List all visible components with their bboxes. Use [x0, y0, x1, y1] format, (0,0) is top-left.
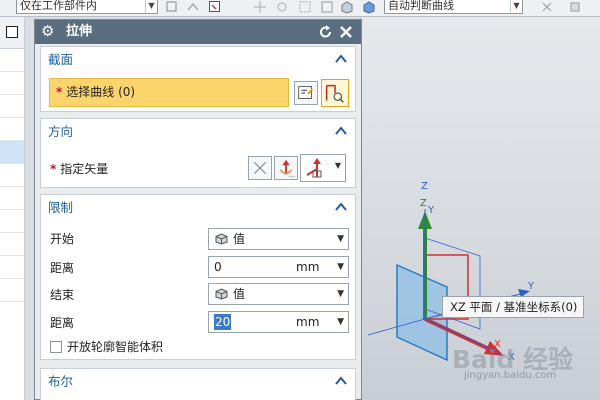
chevron-down-icon: ▼	[510, 0, 522, 13]
chevron-down-icon[interactable]: ▼	[337, 312, 344, 332]
end-type-select[interactable]: 值 ▼	[208, 283, 349, 305]
boolean-group-title: 布尔	[48, 374, 74, 389]
end-distance-value: 20	[214, 314, 232, 330]
end-distance-input[interactable]: 20 mm ▼	[208, 311, 349, 333]
filter-arrow-icon[interactable]	[186, 0, 200, 14]
selection-filter-value: 仅在工作部件内	[20, 0, 97, 12]
specify-vector-label: 指定矢量	[60, 162, 109, 176]
selection-tooltip: XZ 平面 / 基准坐标系(0)	[442, 296, 584, 318]
start-distance-label: 距离	[50, 261, 75, 275]
select-box-icon[interactable]	[208, 0, 222, 14]
selection-filter-select[interactable]: 仅在工作部件内 ▼	[16, 0, 158, 14]
chevron-down-icon: ▼	[337, 234, 344, 244]
open-profile-checkbox[interactable]	[50, 341, 62, 353]
direction-group-header[interactable]: 方向	[41, 119, 355, 145]
face-filter-icon[interactable]	[362, 0, 376, 14]
cube-icon	[215, 233, 228, 245]
watermark-url: jingyan.baidu.com	[464, 370, 557, 381]
settings-gear-icon[interactable]: ⚙	[41, 23, 57, 39]
chevron-up-icon[interactable]	[335, 54, 347, 64]
curve-rule-value: 自动判断曲线	[388, 0, 454, 12]
vector-inference-dropdown[interactable]: ▼	[300, 154, 346, 182]
start-distance-value: 0	[214, 260, 222, 274]
navigator-row[interactable]	[0, 187, 24, 210]
grid-snap-icon[interactable]	[298, 0, 312, 14]
end-distance-unit: mm	[296, 315, 320, 329]
chevron-up-icon[interactable]	[335, 202, 347, 212]
yz-datum-plane[interactable]	[396, 263, 448, 362]
cube-icon	[215, 288, 228, 300]
direction-group: 方向 * 指定矢量 ... ▼	[40, 118, 356, 188]
start-distance-input[interactable]: 0 mm ▼	[208, 256, 349, 278]
navigator-row[interactable]	[0, 95, 24, 118]
dialog-title: 拉伸	[66, 24, 93, 39]
navigator-row[interactable]	[0, 164, 24, 187]
start-distance-unit: mm	[296, 260, 320, 274]
top-toolbar: 仅在工作部件内 ▼ 自动判断曲线 ▼	[0, 0, 600, 17]
point-snap-icon[interactable]	[253, 0, 267, 14]
box-select-icon[interactable]	[320, 0, 334, 14]
y-axis-label-top: Y	[428, 205, 435, 216]
dialog-titlebar: ⚙ 拉伸	[35, 20, 361, 44]
watermark: Baid 经验 jingyan.baidu.com	[452, 340, 592, 390]
end-label: 结束	[50, 288, 75, 302]
limits-group-title: 限制	[48, 200, 74, 215]
navigator-row[interactable]	[0, 233, 24, 256]
open-profile-label: 开放轮廓智能体积	[67, 340, 164, 354]
snap-icon[interactable]	[165, 0, 179, 14]
section-group-title: 截面	[48, 52, 74, 67]
direction-group-title: 方向	[48, 124, 74, 139]
stop-icon[interactable]	[568, 0, 582, 14]
reset-icon[interactable]	[318, 24, 334, 40]
chevron-up-icon[interactable]	[335, 376, 347, 386]
close-icon[interactable]	[338, 24, 354, 40]
chevron-down-icon: ▼	[334, 161, 341, 170]
rotate-snap-icon[interactable]	[275, 0, 289, 14]
limits-group-header[interactable]: 限制	[41, 195, 355, 221]
required-marker: *	[56, 85, 63, 99]
select-curve-label: 选择曲线 (0)	[66, 85, 136, 99]
z-axis-label-green: Z	[420, 198, 427, 209]
select-curve-row[interactable]: * 选择曲线 (0)	[49, 78, 289, 107]
toolbar-option-icon[interactable]	[540, 0, 554, 14]
open-profile-checkbox-row[interactable]: 开放轮廓智能体积	[50, 339, 163, 355]
required-marker: *	[50, 162, 57, 176]
navigator-row[interactable]	[0, 279, 24, 302]
specify-vector-row: * 指定矢量	[50, 161, 108, 177]
y-axis-label: Y	[528, 281, 535, 292]
end-distance-label: 距离	[50, 316, 75, 330]
section-group: 截面 * 选择曲线 (0)	[40, 46, 356, 112]
navigator-row[interactable]	[0, 118, 24, 141]
navigator-row[interactable]	[0, 72, 24, 95]
svg-text:...: ...	[289, 171, 295, 179]
start-label: 开始	[50, 232, 75, 246]
z-axis-label: Z	[421, 181, 428, 192]
chevron-up-icon[interactable]	[335, 126, 347, 136]
navigator-header	[0, 17, 24, 49]
navigator-row[interactable]	[0, 256, 24, 279]
section-group-header[interactable]: 截面	[41, 47, 355, 73]
restore-window-icon[interactable]	[6, 26, 18, 38]
chevron-down-icon: ▼	[337, 289, 344, 299]
chevron-down-icon[interactable]: ▼	[337, 257, 344, 277]
chevron-down-icon: ▼	[145, 0, 157, 13]
vector-inference-icon	[306, 158, 322, 178]
navigator-row[interactable]	[0, 49, 24, 72]
boolean-group: 布尔	[40, 368, 356, 400]
start-type-value: 值	[233, 232, 246, 246]
start-type-select[interactable]: 值 ▼	[208, 228, 349, 250]
reverse-direction-icon[interactable]: ...	[274, 156, 298, 180]
part-navigator-strip	[0, 17, 25, 400]
navigator-row-selected[interactable]	[0, 141, 24, 164]
solid-body-icon[interactable]	[340, 0, 354, 14]
end-type-value: 值	[233, 287, 246, 301]
curve-select-icon[interactable]	[321, 79, 349, 107]
limits-group: 限制 开始 值 ▼ 距离 0 mm ▼ 结束 值 ▼ 距离 20 mm ▼ 开放…	[40, 194, 356, 360]
curve-rule-select[interactable]: 自动判断曲线 ▼	[384, 0, 523, 14]
boolean-group-header[interactable]: 布尔	[41, 369, 355, 395]
vector-swap-icon[interactable]	[248, 156, 272, 180]
extrude-dialog: ⚙ 拉伸 截面 * 选择曲线 (0) 方向 * 指定矢量 ... ▼ 限制 开始…	[34, 19, 362, 400]
sketch-section-icon[interactable]	[294, 81, 318, 105]
navigator-row[interactable]	[0, 210, 24, 233]
